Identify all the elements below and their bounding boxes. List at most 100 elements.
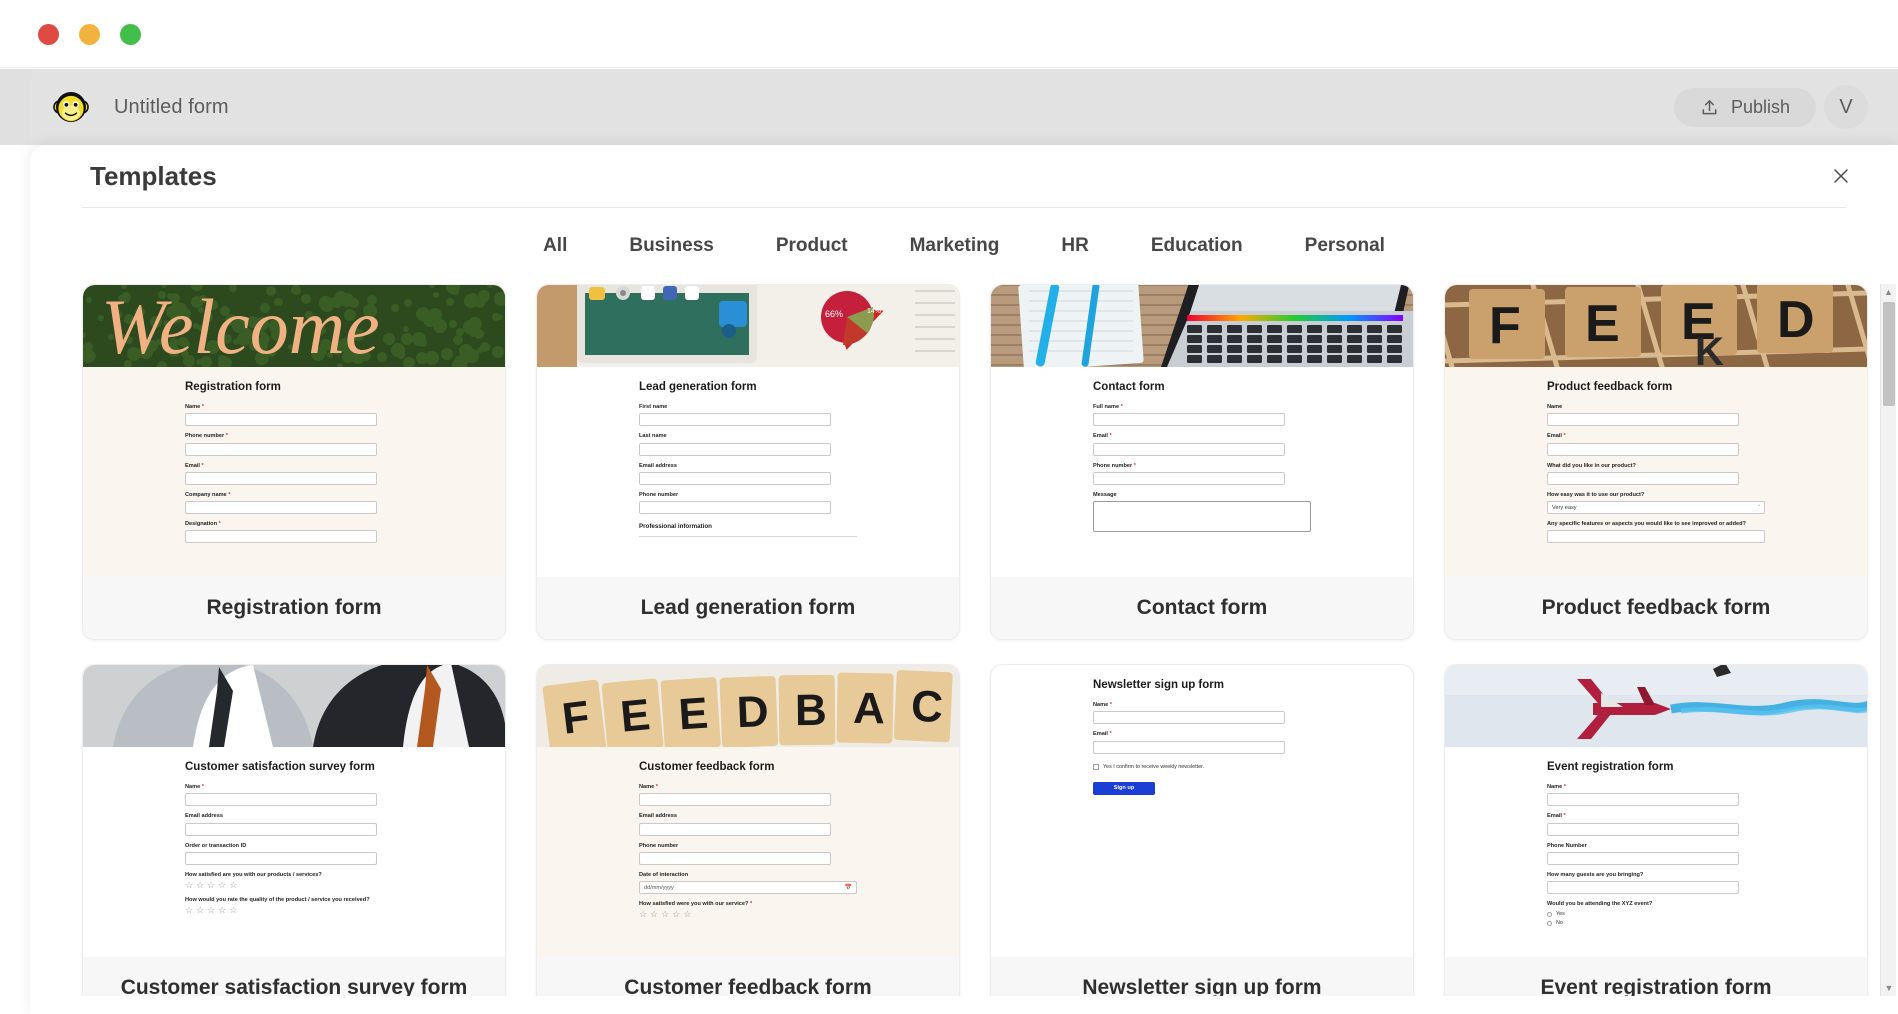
preview-text-input[interactable] (185, 530, 377, 543)
preview-text-input[interactable] (1547, 443, 1739, 456)
preview-star-rating[interactable]: ☆ ☆ ☆ ☆ ☆ (639, 910, 857, 919)
preview-star-rating[interactable]: ☆ ☆ ☆ ☆ ☆ (185, 881, 403, 890)
preview-checkbox-label: Yes I confirm to receive weekly newslett… (1103, 764, 1204, 770)
star-icon[interactable]: ☆ (639, 910, 647, 919)
star-icon[interactable]: ☆ (229, 881, 237, 890)
star-icon[interactable]: ☆ (229, 906, 237, 915)
preview-text-input[interactable] (639, 823, 831, 836)
scroll-up-icon[interactable]: ▲ (1881, 284, 1896, 300)
publish-button[interactable]: Publish (1674, 88, 1816, 127)
preview-star-rating[interactable]: ☆ ☆ ☆ ☆ ☆ (185, 906, 403, 915)
template-card[interactable]: 66% 14% Lead generation form First name La… (536, 284, 960, 640)
preview-text-input[interactable] (1547, 793, 1739, 806)
required-marker: * (1108, 433, 1112, 439)
preview-field: Yes I confirm to receive weekly newslett… (1093, 764, 1311, 770)
star-icon[interactable]: ☆ (196, 881, 204, 890)
preview-field-label-text: How would you rate the quality of the pr… (185, 897, 370, 903)
preview-text-input[interactable] (185, 823, 377, 836)
star-icon[interactable]: ☆ (185, 906, 193, 915)
template-card[interactable]: FEEDBAC Customer feedback form Name * Emai… (536, 664, 960, 996)
preview-field: Email * (1547, 813, 1765, 835)
preview-text-input[interactable] (639, 852, 831, 865)
preview-text-input[interactable] (1547, 852, 1739, 865)
preview-select[interactable]: Very easy ˇ (1547, 501, 1765, 514)
tab-all[interactable]: All (539, 229, 571, 263)
tab-hr[interactable]: HR (1057, 229, 1092, 263)
preview-text-input[interactable] (639, 501, 831, 514)
preview-form-title: Customer satisfaction survey form (185, 761, 403, 773)
preview-field-label: Date of interaction (639, 872, 857, 879)
close-icon[interactable] (1824, 159, 1858, 193)
preview-text-input[interactable] (1093, 443, 1285, 456)
preview-text-input[interactable] (1547, 472, 1739, 485)
preview-text-input[interactable] (1093, 711, 1285, 724)
preview-date-input[interactable]: dd/mm/yyyy 📅 (639, 881, 857, 894)
star-icon[interactable]: ☆ (218, 906, 226, 915)
tab-education[interactable]: Education (1147, 229, 1247, 263)
window-minimize-button[interactable] (79, 24, 100, 45)
template-hero-image: FEEDBAC (537, 665, 959, 747)
star-icon[interactable]: ☆ (218, 881, 226, 890)
template-card[interactable]: Customer satisfaction survey form Name * E… (82, 664, 506, 996)
tab-product[interactable]: Product (772, 229, 852, 263)
templates-scroll-area[interactable]: Welcome Registration form Name * Phone num… (30, 284, 1898, 996)
star-icon[interactable]: ☆ (196, 906, 204, 915)
preview-radio[interactable] (1547, 912, 1552, 917)
preview-text-input[interactable] (639, 443, 831, 456)
preview-field-label: Would you be attending the XYZ event? (1547, 901, 1765, 908)
star-icon[interactable]: ☆ (207, 881, 215, 890)
preview-field-label: Name * (185, 404, 403, 411)
preview-text-input[interactable] (1547, 530, 1765, 543)
monkey-logo-icon[interactable] (52, 88, 90, 126)
preview-text-input[interactable] (1093, 413, 1285, 426)
preview-text-input[interactable] (185, 443, 377, 456)
template-card[interactable]: Welcome Registration form Name * Phone num… (82, 284, 506, 640)
preview-text-input[interactable] (639, 472, 831, 485)
preview-text-input[interactable] (185, 472, 377, 485)
scroll-down-icon[interactable]: ▼ (1881, 980, 1897, 996)
preview-text-input[interactable] (185, 501, 377, 514)
preview-text-input[interactable] (1547, 881, 1739, 894)
star-icon[interactable]: ☆ (207, 906, 215, 915)
preview-text-input[interactable] (1093, 472, 1285, 485)
preview-field-label: Name * (185, 784, 403, 791)
preview-field: Name * (1547, 784, 1765, 806)
scrollbar-thumb[interactable] (1883, 302, 1895, 406)
form-title[interactable]: Untitled form (114, 96, 229, 119)
preview-field-label-text: Phone number (185, 433, 224, 439)
preview-text-input[interactable] (1093, 741, 1285, 754)
preview-text-input[interactable] (185, 852, 377, 865)
tab-marketing[interactable]: Marketing (906, 229, 1004, 263)
templates-scrollbar[interactable]: ▲ ▼ (1880, 284, 1896, 996)
preview-text-input[interactable] (639, 793, 831, 806)
star-icon[interactable]: ☆ (683, 910, 691, 919)
preview-textarea[interactable] (1093, 501, 1311, 532)
preview-text-input[interactable] (639, 413, 831, 426)
preview-radio[interactable] (1547, 921, 1552, 926)
preview-checkbox[interactable] (1093, 764, 1099, 770)
preview-text-input[interactable] (185, 793, 377, 806)
template-card[interactable]: Event registration form Name * Email * Phon… (1444, 664, 1868, 996)
preview-text-input[interactable] (1547, 823, 1739, 836)
preview-text-input[interactable] (185, 413, 377, 426)
preview-section-heading: Professional information (639, 523, 857, 530)
preview-field-label: Phone number (639, 492, 857, 499)
star-icon[interactable]: ☆ (650, 910, 658, 919)
preview-text-input[interactable] (1547, 413, 1739, 426)
template-card[interactable]: Contact form Full name * Email * Phone numb… (990, 284, 1414, 640)
tab-personal[interactable]: Personal (1301, 229, 1389, 263)
star-icon[interactable]: ☆ (661, 910, 669, 919)
preview-field: Email * (185, 463, 403, 485)
star-icon[interactable]: ☆ (672, 910, 680, 919)
window-close-button[interactable] (38, 24, 59, 45)
star-icon[interactable]: ☆ (185, 881, 193, 890)
preview-field-label-text: Name (639, 784, 654, 790)
template-card[interactable]: FEED K Product feedback form Name Email * W… (1444, 284, 1868, 640)
avatar[interactable]: V (1824, 85, 1868, 129)
template-card[interactable]: Newsletter sign up form Name * Email * Yes … (990, 664, 1414, 996)
preview-submit-button[interactable]: Sign up (1093, 782, 1155, 795)
template-preview: Customer satisfaction survey form Name * E… (83, 665, 505, 957)
calendar-icon[interactable]: 📅 (845, 884, 852, 891)
window-maximize-button[interactable] (120, 24, 141, 45)
tab-business[interactable]: Business (625, 229, 717, 263)
